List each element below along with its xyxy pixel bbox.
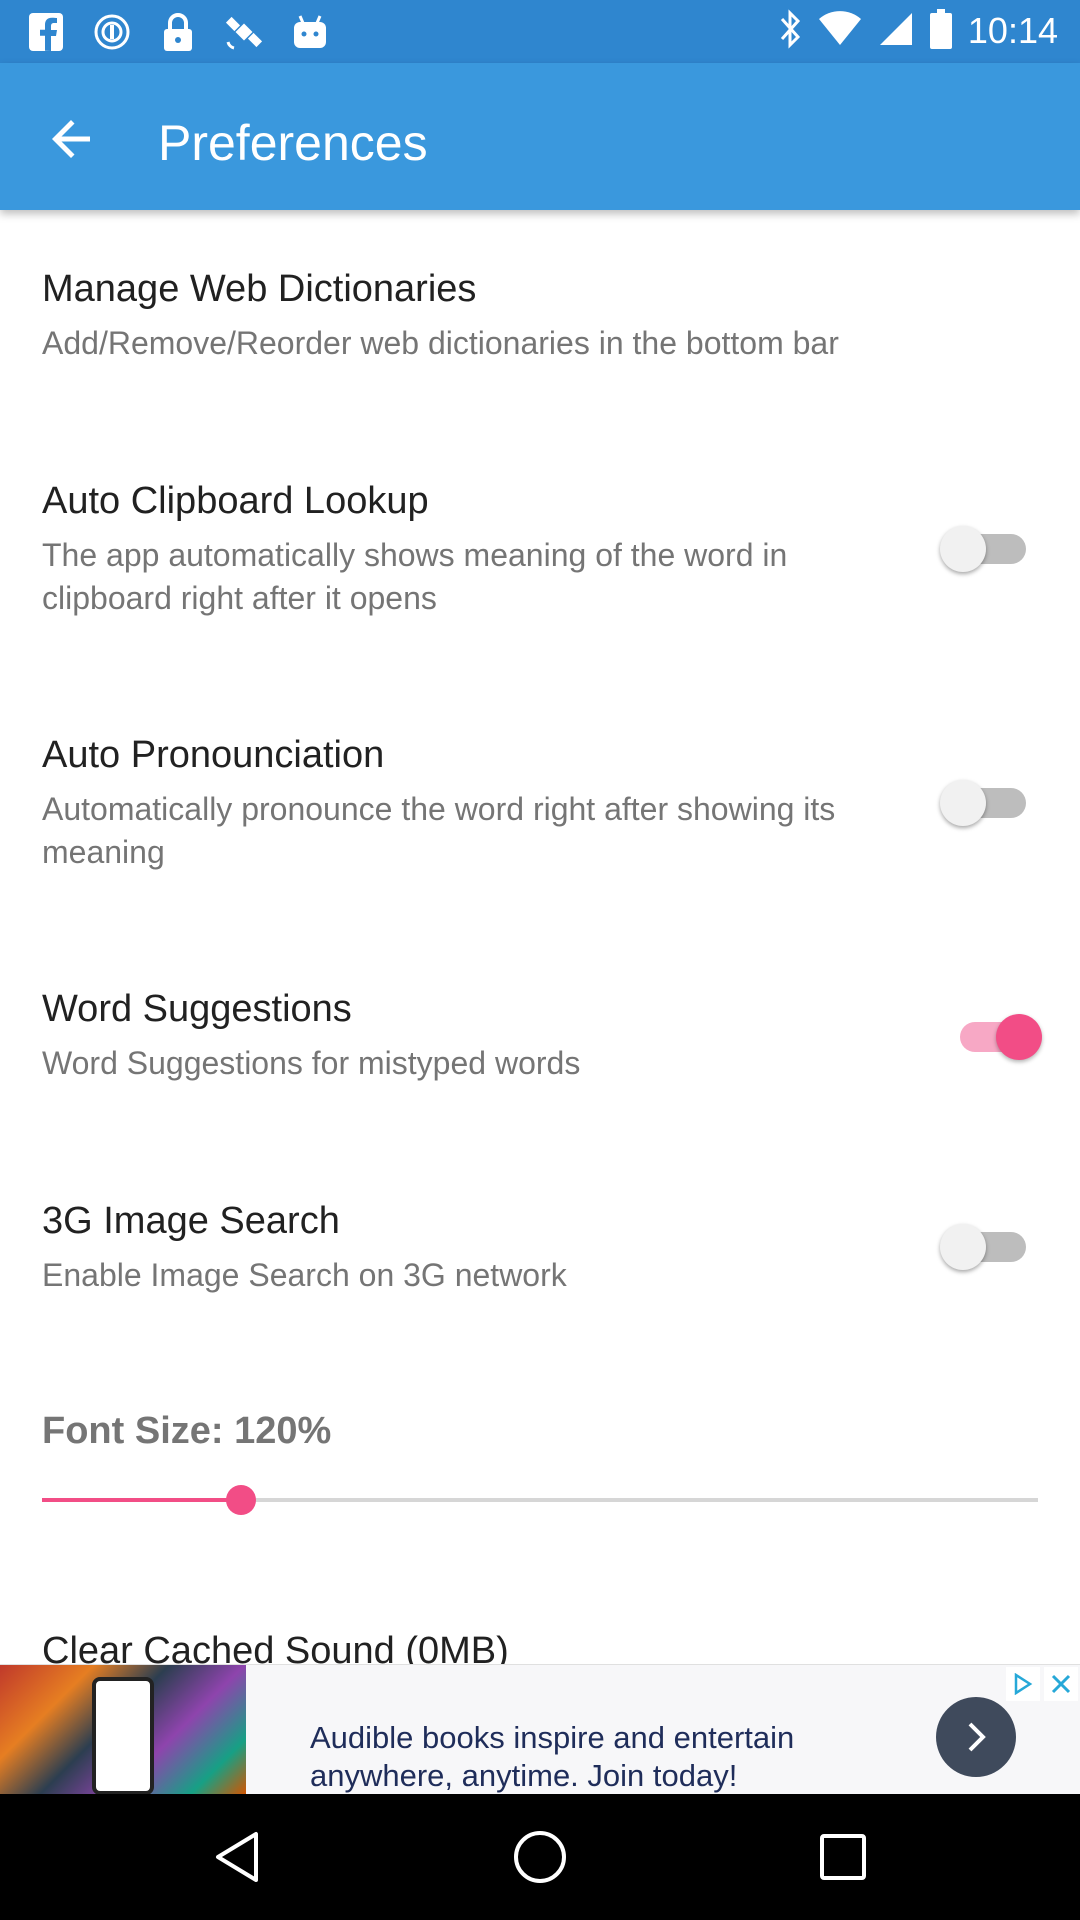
pref-title: Auto Clipboard Lookup — [42, 480, 429, 522]
ad-cta-button[interactable] — [936, 1697, 1016, 1777]
satellite-icon — [224, 12, 264, 52]
app-bar: Preferences — [0, 63, 1080, 210]
slider-thumb[interactable] — [226, 1485, 257, 1515]
status-bar: 10:14 — [0, 0, 1080, 63]
bluetooth-icon — [778, 8, 802, 54]
chevron-right-icon — [968, 1722, 986, 1752]
home-circle-icon — [514, 1831, 566, 1883]
word-suggestions-switch[interactable] — [950, 1006, 1042, 1066]
pref-title: 3G Image Search — [42, 1200, 340, 1242]
pref-word-suggestions[interactable]: Word Suggestions Word Suggestions for mi… — [0, 928, 1080, 1140]
pref-auto-clipboard-lookup[interactable]: Auto Clipboard Lookup The app automatica… — [0, 420, 1080, 674]
status-system-icons: 10:14 — [778, 8, 1058, 54]
ad-text: Audible books inspire and entertain anyw… — [310, 1720, 795, 1793]
pref-manage-web-dictionaries[interactable]: Manage Web Dictionaries Add/Remove/Reord… — [0, 210, 1080, 420]
font-size-slider[interactable] — [42, 1480, 1038, 1520]
phone-image — [92, 1677, 154, 1794]
nav-back-button[interactable] — [187, 1820, 287, 1894]
page-title: Preferences — [158, 115, 428, 165]
close-icon[interactable] — [1044, 1667, 1078, 1701]
back-triangle-icon — [216, 1832, 258, 1882]
pref-title: Manage Web Dictionaries — [42, 268, 477, 310]
facebook-icon — [26, 12, 66, 52]
slider-fill — [42, 1498, 242, 1502]
pref-auto-pronounciation[interactable]: Auto Pronounciation Automatically pronou… — [0, 674, 1080, 928]
signal-icon — [878, 11, 914, 52]
font-size-label: Font Size: 120% — [42, 1410, 332, 1452]
pref-title: Auto Pronounciation — [42, 734, 385, 776]
ad-choices-icon[interactable] — [1006, 1667, 1040, 1701]
3g-image-search-switch[interactable] — [940, 1216, 1030, 1276]
android-icon — [290, 12, 330, 52]
auto-pronounciation-switch[interactable] — [940, 772, 1030, 832]
pref-summary: Enable Image Search on 3G network — [42, 1257, 567, 1293]
pref-3g-image-search[interactable]: 3G Image Search Enable Image Search on 3… — [0, 1140, 1080, 1352]
ad-image — [0, 1665, 246, 1794]
nav-home-button[interactable] — [490, 1820, 590, 1894]
status-notification-icons — [26, 10, 330, 54]
status-time: 10:14 — [967, 10, 1058, 51]
arrow-left-icon — [52, 120, 90, 158]
ad-banner[interactable]: Audible books inspire and entertain anyw… — [0, 1664, 1080, 1794]
pref-summary: Word Suggestions for mistyped words — [42, 1045, 581, 1081]
fake-gps-icon — [92, 12, 132, 52]
battery-icon — [929, 8, 952, 54]
lock-icon — [158, 12, 198, 52]
auto-clipboard-lookup-switch[interactable] — [940, 518, 1030, 578]
clear-cached-sound-item[interactable]: Clear Cached Sound (0MB) — [42, 1628, 509, 1664]
back-button[interactable] — [36, 103, 108, 175]
pref-summary: Automatically pronounce the word right a… — [42, 791, 836, 870]
pref-title: Word Suggestions — [42, 988, 352, 1030]
pref-summary: Add/Remove/Reorder web dictionaries in t… — [42, 325, 839, 361]
nav-recents-button[interactable] — [793, 1820, 893, 1894]
wifi-icon — [818, 10, 862, 52]
navigation-bar — [0, 1794, 1080, 1920]
pref-summary: The app automatically shows meaning of t… — [42, 537, 788, 616]
recents-square-icon — [820, 1834, 866, 1880]
